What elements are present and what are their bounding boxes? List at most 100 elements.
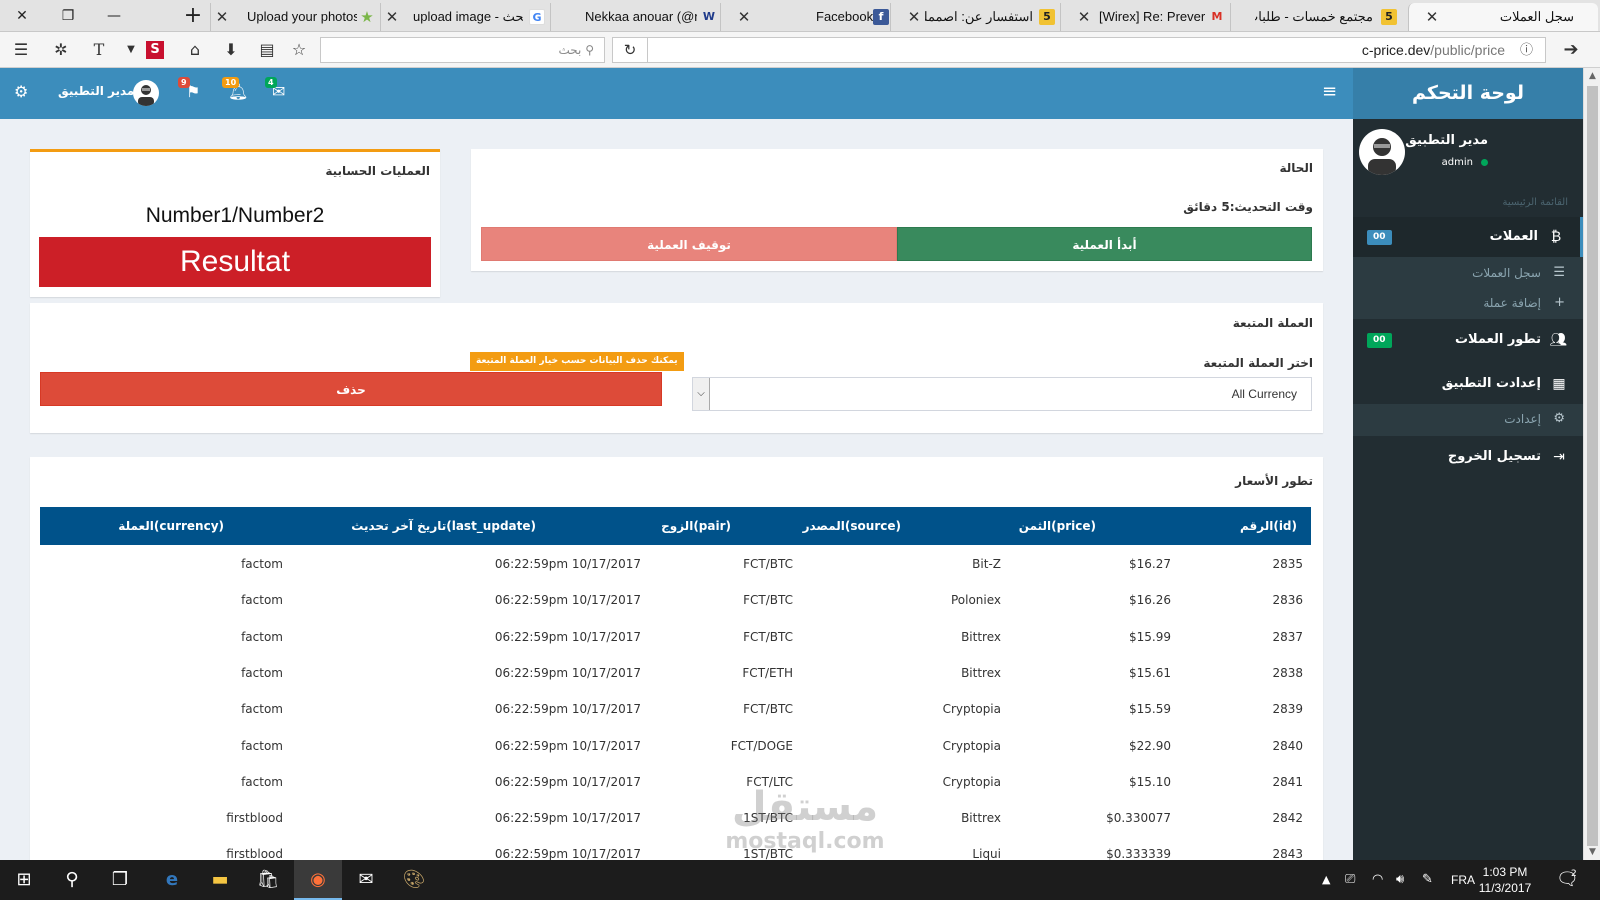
cell-id: 2843 xyxy=(1272,847,1303,860)
firefox-icon[interactable]: ◉ xyxy=(294,860,342,900)
page-scrollbar[interactable]: ▲ ▼ xyxy=(1583,68,1600,860)
browser-tab[interactable]: ✕ [Wirex] Re: Preverifica M xyxy=(1060,3,1230,31)
settings-gears-icon[interactable]: ⚙ xyxy=(14,82,28,101)
column-header-pair[interactable]: الزوج(pair) xyxy=(661,507,731,545)
status-title: الحالة xyxy=(1279,161,1313,175)
facebook-favicon-icon: f xyxy=(873,9,889,25)
tab-close-icon[interactable]: ✕ xyxy=(735,3,753,31)
windows-start-icon[interactable]: ⊞ xyxy=(0,860,48,900)
url-bar[interactable]: c-price.dev/public/price ⓘ xyxy=(648,37,1546,63)
sidebar-item-logout[interactable]: ⇥ تسجيل الخروج xyxy=(1353,437,1583,477)
search-icon[interactable]: ⚲ xyxy=(48,860,96,900)
calc-result: Resultat xyxy=(39,237,431,287)
browser-tab[interactable]: ✕ upload image - بحث G xyxy=(380,3,550,31)
users-icon: 👥︎ xyxy=(1549,332,1567,348)
search-input[interactable]: ⚲ بحث xyxy=(320,37,605,63)
price-evolution-title: تطور الأسعار xyxy=(1235,474,1313,488)
browser-tab[interactable]: ✕ Facebook f xyxy=(720,3,890,31)
paint-icon[interactable]: 🎨︎ xyxy=(390,860,438,900)
sidebar-item-currency-log[interactable]: ☰ سجل العملات xyxy=(1353,258,1583,288)
stop-process-button[interactable]: توقيف العملية xyxy=(481,227,897,261)
home-icon[interactable]: ⌂ xyxy=(182,38,208,62)
tab-close-icon[interactable]: ✕ xyxy=(1075,3,1093,31)
clock-date: 11/3/2017 xyxy=(1478,881,1532,895)
tab-close-icon[interactable]: ✕ xyxy=(905,3,923,31)
browser-tab[interactable]: مجتمع خمسات - طلبات 5 xyxy=(1230,3,1400,31)
cell-last-update: 06:22:59pm 10/17/2017 xyxy=(494,847,641,860)
store-icon[interactable]: 🛍︎ xyxy=(244,860,292,900)
volume-icon[interactable]: 🔊︎ xyxy=(1396,860,1404,900)
minimize-window-icon[interactable]: — xyxy=(96,4,132,28)
cell-pair: FCT/ETH xyxy=(742,665,793,680)
tab-close-icon[interactable]: ✕ xyxy=(213,3,231,31)
table-row: 2837 $15.99 Bittrex FCT/BTC 06:22:59pm 10/17… xyxy=(40,619,1311,656)
followed-currency-box: العملة المتبعة اختر العملة المتبعة يمكنك… xyxy=(30,303,1323,433)
chevron-down-icon[interactable]: ▼ xyxy=(118,38,144,62)
calc-expression: Number1/Number2 xyxy=(145,204,325,227)
go-arrow-icon[interactable]: ➔ xyxy=(1556,38,1586,62)
download-icon[interactable]: ⬇ xyxy=(218,38,244,62)
browser-tab[interactable]: ✕ Upload your photos ★ xyxy=(210,3,380,31)
header-user-name[interactable]: مدير التطبيق xyxy=(58,84,134,98)
sidebar-item-app-settings[interactable]: ▦ إعدادت التطبيق xyxy=(1353,364,1583,404)
tray-chevron-up-icon[interactable]: ▲ xyxy=(1322,860,1330,900)
currency-select[interactable]: ⌵ All Currency xyxy=(692,377,1312,411)
flags-badge: 9 xyxy=(178,77,190,88)
cell-id: 2839 xyxy=(1272,702,1303,717)
cell-id: 2837 xyxy=(1272,629,1303,644)
extensions-icon[interactable]: ✲ xyxy=(48,38,74,62)
cell-source: Cryptopia xyxy=(942,702,1001,717)
new-tab-button[interactable]: + xyxy=(180,3,206,29)
column-header-id[interactable]: الرقم(id) xyxy=(1240,507,1297,545)
column-header-price[interactable]: الثمن(price) xyxy=(1019,507,1096,545)
pen-icon[interactable]: ✎ xyxy=(1422,860,1433,900)
browser-tab[interactable]: Nekkaa anouar (@ne W xyxy=(550,3,720,31)
header-avatar[interactable] xyxy=(133,80,159,106)
bookmark-star-icon[interactable]: ☆ xyxy=(286,38,312,62)
cell-currency: factom xyxy=(241,738,283,753)
chevron-down-icon[interactable]: ⌵ xyxy=(693,378,710,410)
browser-tab-active[interactable]: ✕ سجل العملات xyxy=(1408,3,1598,31)
sidebar-item-add-currency[interactable]: + إضافة عملة xyxy=(1353,288,1583,318)
delete-hint-tooltip: يمكنك حذف البيانات حسب خيار العملة المتب… xyxy=(470,352,684,371)
menu-icon[interactable]: ☰ xyxy=(8,38,34,62)
column-header-currency[interactable]: العملة(currency) xyxy=(118,507,224,545)
tab-close-icon[interactable]: ✕ xyxy=(1423,3,1441,31)
info-icon[interactable]: ⓘ xyxy=(1520,38,1533,62)
scroll-down-icon[interactable]: ▼ xyxy=(1584,847,1600,857)
file-explorer-icon[interactable]: ▬ xyxy=(196,860,244,900)
tray-device-icon[interactable]: ⎚ xyxy=(1345,860,1355,900)
edge-browser-icon[interactable]: e xyxy=(148,860,196,900)
scrollbar-thumb[interactable] xyxy=(1587,86,1598,846)
clock-time: 1:03 PM xyxy=(1482,865,1528,879)
mail-icon[interactable]: ✉ xyxy=(342,860,390,900)
sidebar-item-currencies[interactable]: ₿ العملات 00 xyxy=(1353,217,1583,257)
scroll-up-icon[interactable]: ▲ xyxy=(1584,71,1600,81)
column-header-source[interactable]: المصدر(source) xyxy=(803,507,901,545)
close-window-icon[interactable]: ✕ xyxy=(4,4,40,28)
sidebar-item-currency-evolution[interactable]: 👥︎ تطور العملات 00 xyxy=(1353,320,1583,360)
cell-price: $15.10 xyxy=(1129,774,1171,789)
clock[interactable]: 1:03 PM 11/3/2017 xyxy=(1470,864,1540,896)
start-process-button[interactable]: أبدأ العملية xyxy=(897,227,1312,261)
sidebar-item-label: العملات xyxy=(1489,229,1538,244)
cell-price: $15.99 xyxy=(1129,629,1171,644)
restore-window-icon[interactable]: ❐ xyxy=(50,4,86,28)
task-view-icon[interactable]: ❐ xyxy=(96,860,144,900)
action-center-icon[interactable]: 🗨︎ xyxy=(1556,860,1579,900)
hamburger-menu-icon[interactable]: ≡ xyxy=(1322,81,1337,102)
text-tool-icon[interactable]: T xyxy=(86,38,112,62)
s-extension-icon[interactable]: S xyxy=(146,41,164,59)
library-icon[interactable]: ▤ xyxy=(254,38,280,62)
tab-close-icon[interactable]: ✕ xyxy=(383,3,401,31)
column-header-last-update[interactable]: تاريخ آخر تحديث(last_update) xyxy=(351,507,536,545)
cell-last-update: 06:22:59pm 10/17/2017 xyxy=(494,557,641,571)
wifi-icon[interactable]: ◠ xyxy=(1372,860,1383,900)
brand-logo[interactable]: لوحة التحكم xyxy=(1353,68,1583,119)
tab-title: مجتمع خمسات - طلبات xyxy=(1255,9,1373,24)
delete-button[interactable]: حذف xyxy=(40,372,662,406)
sidebar-item-settings[interactable]: ⚙ إعدادت xyxy=(1353,404,1583,434)
browser-tab[interactable]: ✕ استفسار عن: اصمملك 5 xyxy=(890,3,1060,31)
reload-icon[interactable]: ↻ xyxy=(612,37,648,63)
cell-pair: FCT/BTC xyxy=(743,557,793,571)
